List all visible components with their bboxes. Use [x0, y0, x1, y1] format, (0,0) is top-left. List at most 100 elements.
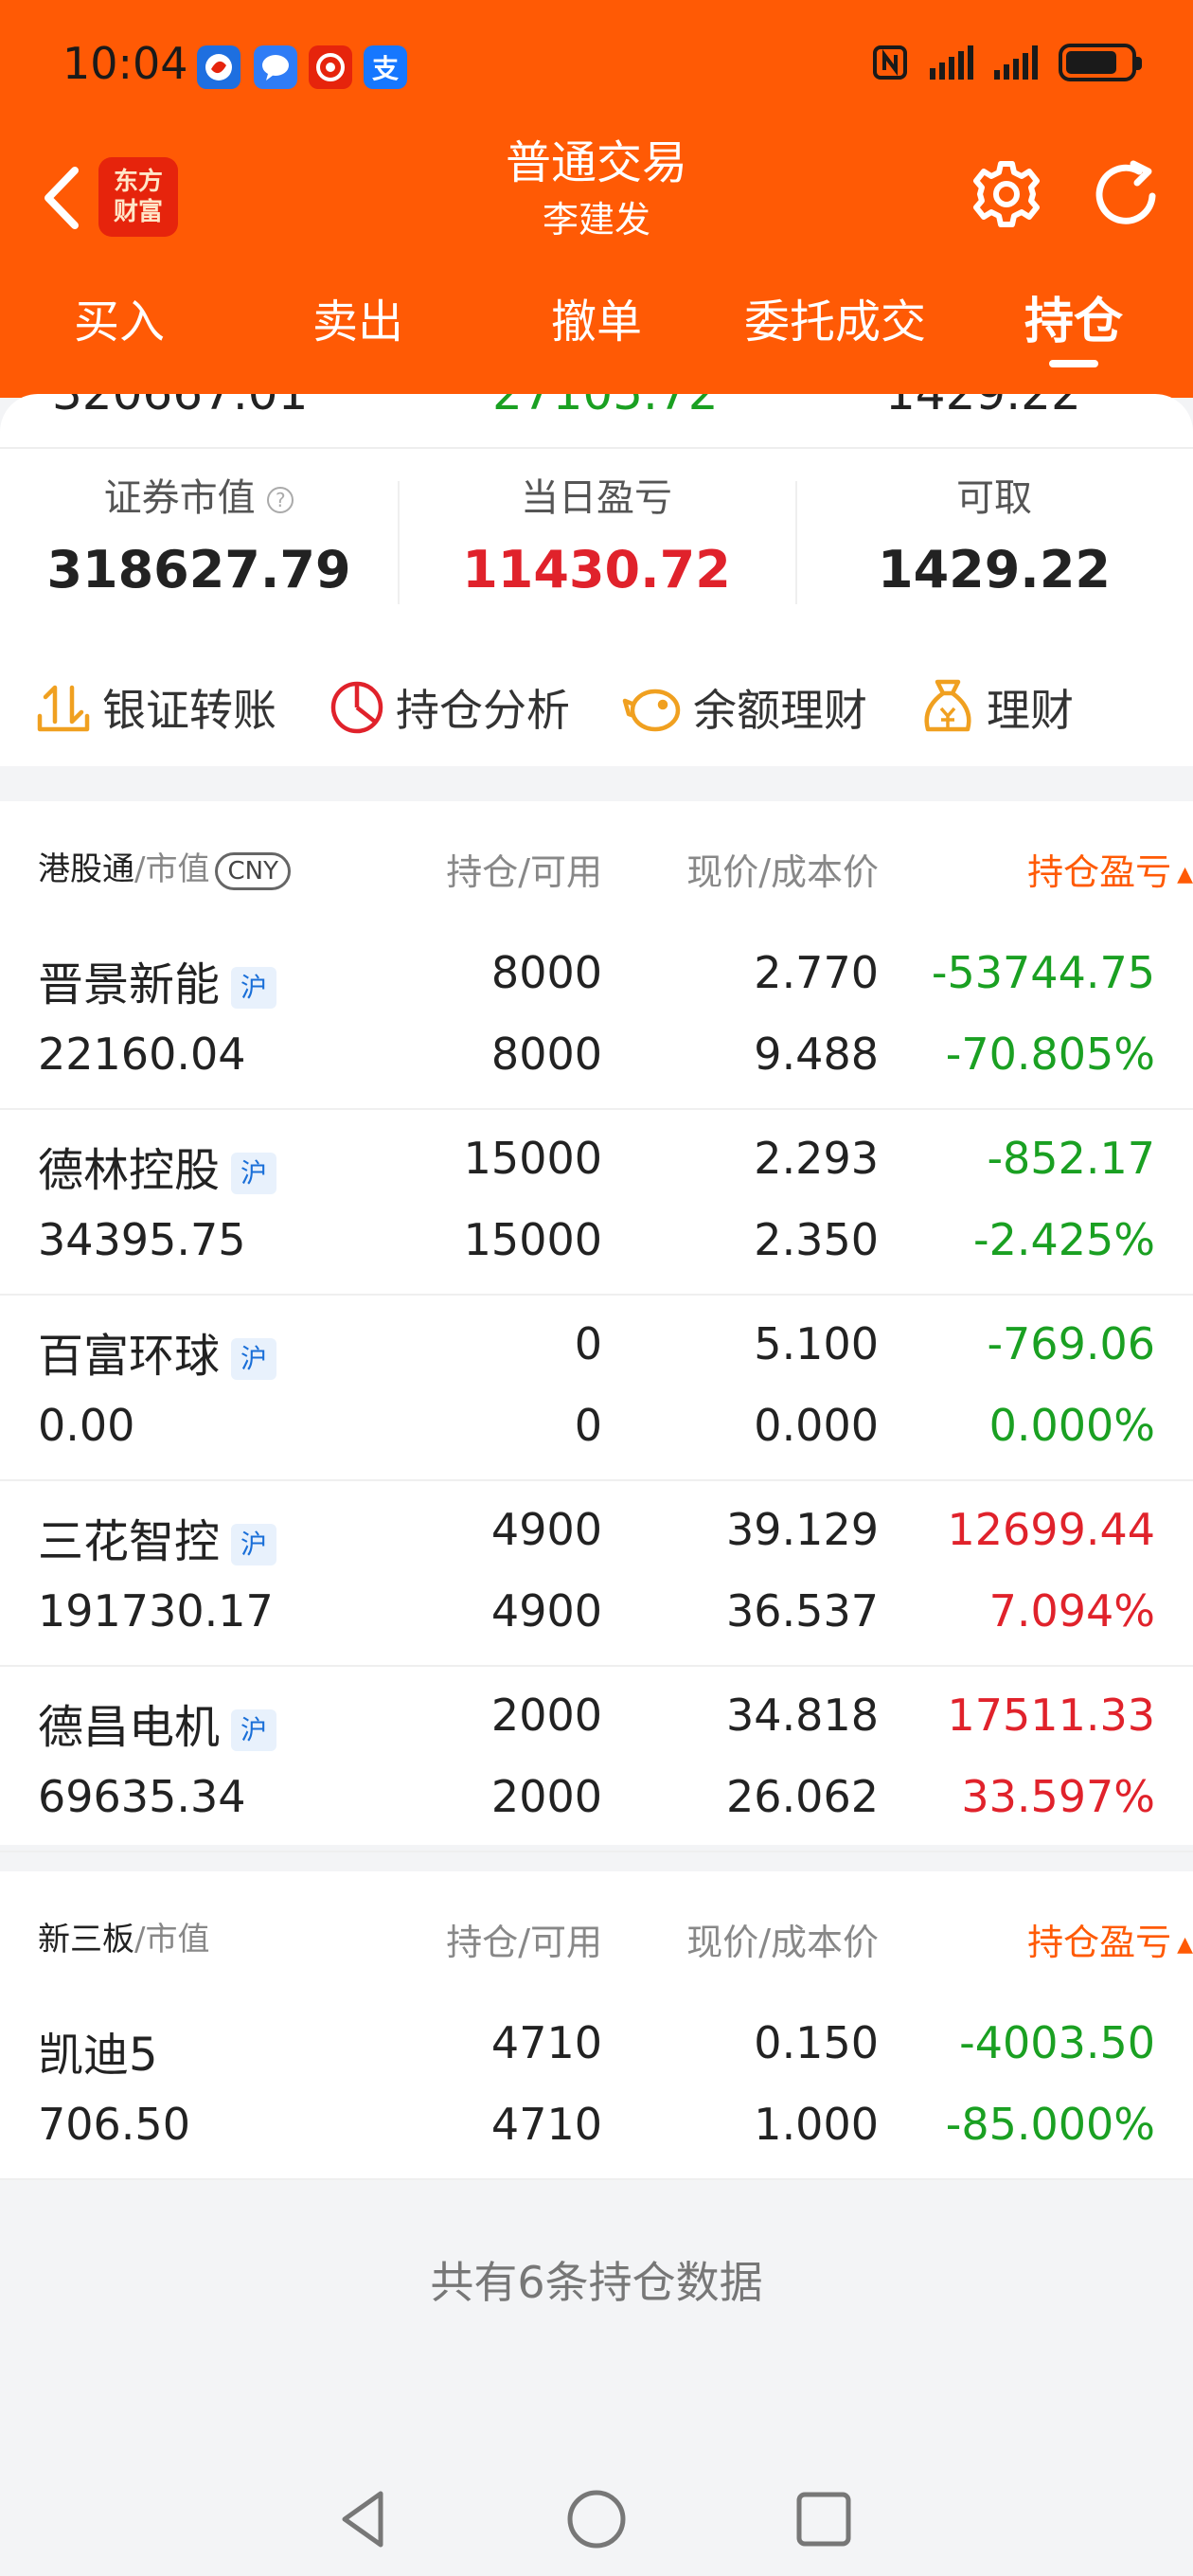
tab-cancel-order[interactable]: 撤单	[477, 284, 716, 388]
stock-name: 德林控股	[38, 1144, 221, 1197]
holding-row[interactable]: 德林控股沪 34395.75 15000 15000 2.293 2.350 -852.17…	[0, 1110, 1193, 1296]
stat-label: 证券市值 ?	[0, 470, 398, 527]
currency-toggle[interactable]: CNY	[215, 851, 291, 890]
tab-sell[interactable]: 卖出	[239, 284, 477, 388]
position-pnl-pct: 33.597%	[961, 1771, 1155, 1822]
available-qty: 4710	[490, 2099, 602, 2150]
position-qty: 2000	[490, 1690, 602, 1741]
available-qty: 0	[574, 1400, 602, 1451]
holding-row[interactable]: 百富环球沪 0.00 0 0 5.100 0.000 -769.06 0.000%	[0, 1296, 1193, 1481]
position-pnl-pct: -85.000%	[945, 2099, 1155, 2150]
position-pnl-pct: -70.805%	[945, 1029, 1155, 1080]
market-value: 0.00	[38, 1400, 135, 1451]
hk-connect-section: 港股通/市值CNY 持仓/可用 现价/成本价 持仓盈亏▲▼ 晋景新能沪 22160…	[0, 801, 1193, 1852]
alipay-notification-icon: 支	[364, 45, 407, 89]
market-badge: 沪	[231, 1338, 277, 1380]
stock-name: 德昌电机	[38, 1701, 221, 1754]
col-header-pnl-sort[interactable]: 持仓盈亏▲▼	[1027, 1913, 1193, 1965]
market-value: 706.50	[38, 2099, 190, 2150]
tab-positions[interactable]: 持仓	[954, 284, 1193, 388]
nav-home-button[interactable]	[559, 2481, 634, 2557]
message-notification-icon	[254, 45, 297, 89]
col-header-pnl: 持仓盈亏	[1027, 851, 1172, 893]
stat-market-value[interactable]: 证券市值 ? 318627.79	[0, 470, 398, 608]
position-pnl: -852.17	[987, 1133, 1155, 1184]
eastmoney-logo: 东方 财富	[98, 157, 178, 237]
neeq-rows: 凯迪5 706.50 4710 4710 0.150 1.000 -4003.50 -85.0…	[0, 1995, 1193, 2180]
quick-action-wealth[interactable]: 理财	[918, 676, 1074, 739]
logo-text-line-2: 财富	[113, 198, 163, 226]
summary-stats: 证券市值 ? 318627.79 当日盈亏 11430.72 可取 1429.2…	[0, 470, 1193, 608]
nav-recents-button[interactable]	[786, 2481, 862, 2557]
piggy-bank-icon	[622, 689, 681, 732]
cost-price: 2.350	[754, 1214, 879, 1265]
stock-name-cell: 凯迪5	[38, 2017, 158, 2084]
system-nav-bar	[0, 2462, 1193, 2576]
market-value: 34395.75	[38, 1214, 246, 1265]
divider	[0, 447, 1193, 449]
stat-value: 1429.22	[878, 540, 1111, 599]
holding-row[interactable]: 德昌电机沪 69635.34 2000 2000 34.818 26.062 17511.3…	[0, 1667, 1193, 1852]
col-header-pnl: 持仓盈亏	[1027, 1922, 1172, 1963]
signal-icon	[930, 45, 973, 80]
position-pnl: -769.06	[987, 1318, 1155, 1369]
nav-bar: 东方 财富 普通交易 李建发	[0, 133, 1193, 265]
available-qty: 8000	[490, 1029, 602, 1080]
position-pnl: -4003.50	[959, 2017, 1155, 2068]
eastmoney-notification-icon	[309, 45, 352, 89]
refresh-icon	[1095, 160, 1156, 224]
position-qty: 15000	[463, 1133, 602, 1184]
tab-orders-trades[interactable]: 委托成交	[716, 284, 954, 388]
position-qty: 4710	[490, 2017, 602, 2068]
quick-action-label: 理财	[987, 685, 1074, 736]
app-header: 10:04 支 东方 财富 普通交易 李建发 买入 卖出 撤单 委托成交 持仓	[0, 0, 1193, 398]
scrolled-summary-row: 320667.01 27105.72 1429.22	[0, 394, 1193, 422]
holding-row[interactable]: 凯迪5 706.50 4710 4710 0.150 1.000 -4003.50 -85.0…	[0, 1995, 1193, 2180]
quick-action-bank-transfer[interactable]: 银证转账	[34, 676, 276, 739]
section-title: 港股通/市值 CNY	[38, 843, 291, 890]
stat-value: 11430.72	[462, 540, 731, 599]
col-header-price: 现价/成本价	[686, 851, 879, 893]
refresh-button[interactable]	[1089, 155, 1166, 233]
col-header-position: 持仓/可用	[446, 851, 602, 893]
section-header: 新三板/市值 持仓/可用 现价/成本价 持仓盈亏▲▼	[0, 1871, 1193, 1995]
stat-label: 可取	[956, 476, 1032, 520]
stat-value: 318627.79	[46, 540, 351, 599]
stock-name-cell: 德昌电机沪	[38, 1690, 277, 1756]
position-pnl-pct: 7.094%	[988, 1585, 1155, 1637]
stock-name: 晋景新能	[38, 958, 221, 1011]
market-value: 191730.17	[38, 1585, 274, 1637]
trade-tabs: 买入 卖出 撤单 委托成交 持仓	[0, 284, 1193, 388]
stat-daily-pnl[interactable]: 当日盈亏 11430.72	[398, 470, 795, 608]
status-right	[871, 44, 1142, 81]
cost-price: 36.537	[726, 1585, 879, 1637]
cost-price: 9.488	[754, 1029, 879, 1080]
battery-icon	[1059, 44, 1142, 81]
section-header: 港股通/市值CNY 持仓/可用 现价/成本价 持仓盈亏▲▼	[0, 801, 1193, 924]
sort-icon: ▲▼	[1177, 1932, 1193, 1957]
notification-app-icon-1	[197, 45, 240, 89]
available-qty: 4900	[490, 1585, 602, 1637]
stat-label-text: 证券市值	[103, 476, 256, 520]
current-price: 34.818	[726, 1690, 879, 1741]
col-header-position: 持仓/可用	[446, 1922, 602, 1963]
cost-price: 0.000	[754, 1400, 879, 1451]
position-pnl: 17511.33	[947, 1690, 1156, 1741]
stat-withdrawable[interactable]: 可取 1429.22	[795, 470, 1193, 608]
col-header-pnl-sort[interactable]: 持仓盈亏▲▼	[1027, 843, 1193, 895]
question-circle-icon[interactable]: ?	[267, 487, 294, 513]
market-value: 69635.34	[38, 1771, 246, 1822]
quick-action-label: 余额理财	[693, 685, 867, 736]
market-badge: 沪	[231, 1524, 277, 1565]
holding-row[interactable]: 三花智控沪 191730.17 4900 4900 39.129 36.537 12699.…	[0, 1481, 1193, 1667]
back-button[interactable]	[28, 155, 95, 241]
stock-name-cell: 百富环球沪	[38, 1318, 277, 1385]
nav-back-button[interactable]	[326, 2481, 401, 2557]
status-time: 10:04	[62, 38, 188, 89]
signal-icon-2	[994, 45, 1038, 80]
settings-button[interactable]	[968, 155, 1045, 233]
holding-row[interactable]: 晋景新能沪 22160.04 8000 8000 2.770 9.488 -53744.75…	[0, 924, 1193, 1110]
tab-buy[interactable]: 买入	[0, 284, 239, 388]
quick-action-balance-finance[interactable]: 余额理财	[621, 676, 867, 739]
quick-action-position-analysis[interactable]: 持仓分析	[328, 676, 570, 739]
